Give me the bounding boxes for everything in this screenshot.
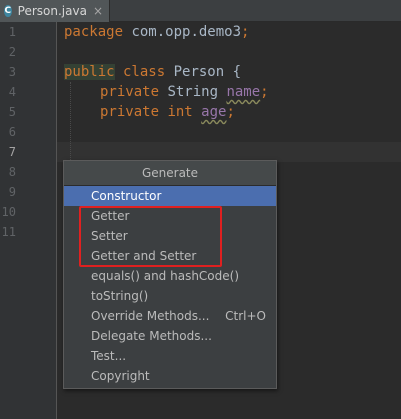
line-number: 11	[1, 225, 16, 239]
code-line-field-name[interactable]: private String name;	[100, 82, 269, 102]
indent-guide	[70, 82, 71, 162]
generate-popup: Generate Constructor Getter Setter Gette…	[63, 160, 277, 389]
line-number: 5	[8, 105, 16, 119]
java-class-icon: C	[4, 5, 12, 17]
field-name: name	[226, 84, 261, 100]
line-number: 8	[8, 165, 16, 179]
tab-label: Person.java	[17, 4, 87, 18]
menu-item-label: equals() and hashCode()	[91, 269, 240, 283]
line-number: 10	[1, 205, 16, 219]
class-name: Person {	[165, 64, 242, 80]
menu-item-label: Delegate Methods...	[91, 329, 212, 343]
line-number: 1	[8, 25, 16, 39]
code-line-class-declaration[interactable]: public class Person {	[64, 62, 241, 82]
menu-item-test[interactable]: Test...	[64, 346, 276, 366]
line-number-gutter: 1 2 3 4 5 6 7 8 9 10 11	[0, 22, 57, 419]
editor-tab-bar: C Person.java ×	[0, 0, 401, 22]
semicolon: ;	[260, 84, 269, 100]
keyword-private: private	[100, 84, 160, 100]
menu-item-override-methods[interactable]: Override Methods... Ctrl+O	[64, 306, 276, 326]
menu-item-label: toString()	[91, 289, 149, 303]
menu-item-constructor[interactable]: Constructor	[64, 186, 276, 206]
code-line-field-age[interactable]: private int age;	[100, 102, 235, 122]
type-string: String	[159, 84, 227, 100]
line-number: 2	[8, 45, 16, 59]
line-number: 4	[8, 85, 16, 99]
menu-item-label: Constructor	[91, 189, 162, 203]
line-number-current: 7	[8, 145, 16, 159]
red-annotation-box	[79, 206, 222, 267]
menu-item-label: Test...	[91, 349, 127, 363]
popup-title: Generate	[64, 161, 276, 186]
line-number: 6	[8, 125, 16, 139]
menu-item-shortcut: Ctrl+O	[225, 309, 266, 323]
current-line-highlight	[57, 142, 401, 162]
line-number: 3	[8, 65, 16, 79]
menu-item-copyright[interactable]: Copyright	[64, 366, 276, 386]
field-age: age	[201, 104, 227, 120]
semicolon: ;	[226, 104, 235, 120]
menu-item-equals-hashcode[interactable]: equals() and hashCode()	[64, 266, 276, 286]
semicolon: ;	[241, 24, 250, 40]
line-number: 9	[8, 185, 16, 199]
keyword-class: class	[114, 64, 166, 80]
close-tab-icon[interactable]: ×	[93, 4, 103, 18]
package-name: com.opp.demo3	[123, 24, 242, 40]
menu-item-label: Override Methods...	[91, 309, 210, 323]
menu-item-delegate-methods[interactable]: Delegate Methods...	[64, 326, 276, 346]
keyword-public: public	[64, 64, 115, 80]
keyword-package: package	[64, 24, 124, 40]
type-int: int	[159, 104, 202, 120]
menu-item-label: Copyright	[91, 369, 150, 383]
menu-item-tostring[interactable]: toString()	[64, 286, 276, 306]
tab-person-java[interactable]: C Person.java ×	[0, 0, 110, 22]
code-line-package[interactable]: package com.opp.demo3;	[64, 22, 249, 42]
keyword-private: private	[100, 104, 160, 120]
